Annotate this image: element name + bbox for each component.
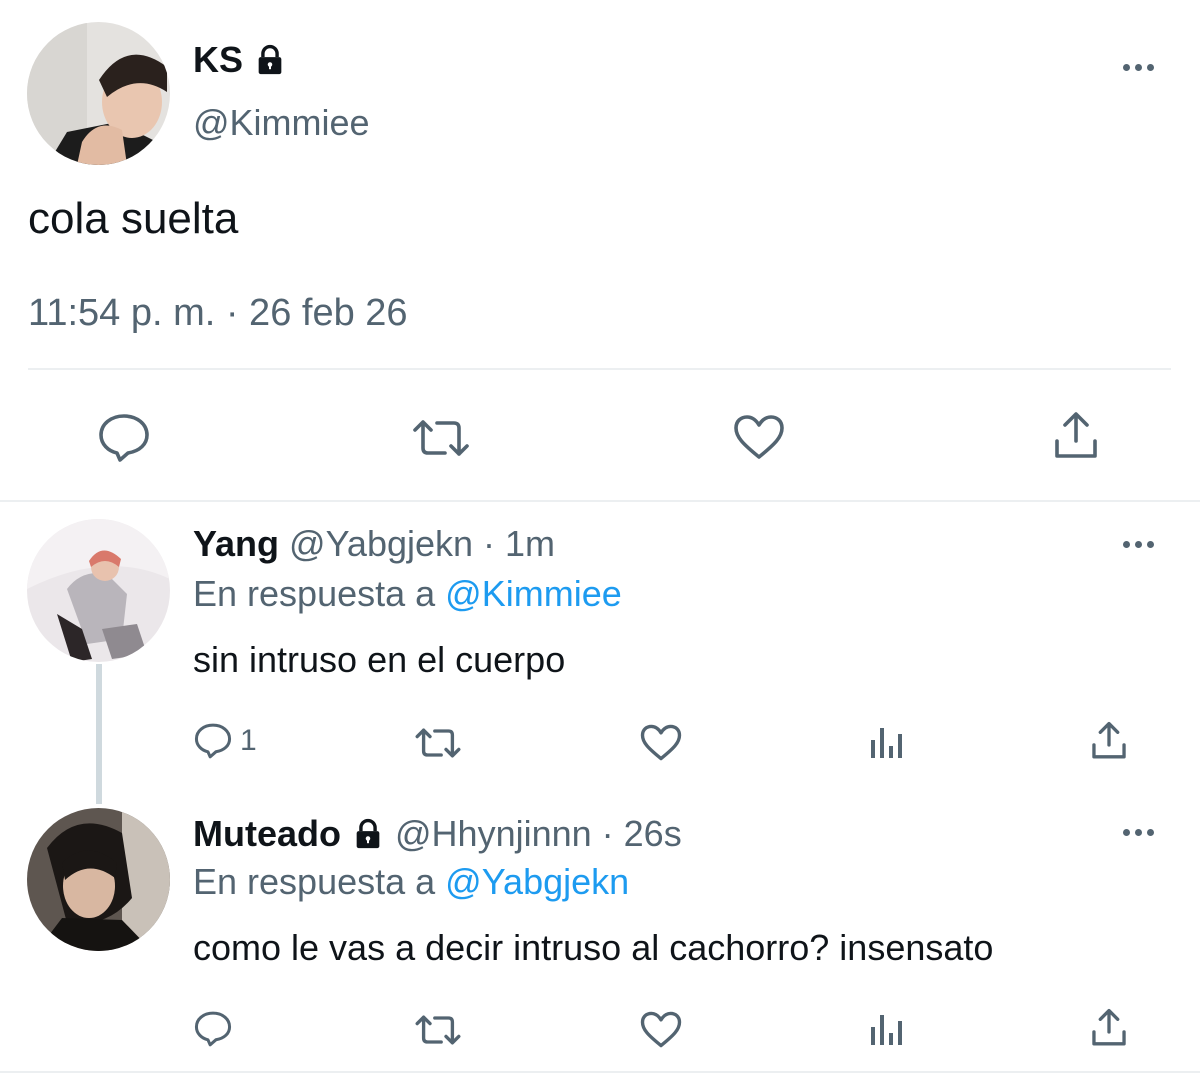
handle[interactable]: @Yabgjekn (289, 522, 473, 566)
views-button[interactable] (868, 1011, 906, 1047)
reply-bubble-icon (194, 1011, 232, 1047)
heart-icon (640, 724, 682, 761)
analytics-bars-icon (871, 1015, 902, 1045)
reply-button[interactable] (194, 1011, 232, 1047)
tweet-text: cola suelta (28, 194, 239, 243)
share-upload-icon (1055, 412, 1097, 458)
more-horizontal-icon (1123, 541, 1154, 548)
reply-bubble-icon (194, 723, 232, 759)
share-button[interactable] (1090, 1008, 1128, 1048)
section-divider (0, 500, 1200, 502)
more-horizontal-icon (1123, 64, 1154, 71)
lock-icon (253, 43, 287, 77)
more-options-button[interactable] (1123, 64, 1154, 71)
reply-context-label: En respuesta a (193, 861, 436, 902)
avatar[interactable] (27, 22, 170, 165)
reply-to-link[interactable]: @Yabgjekn (445, 861, 629, 902)
reply-count: 1 (240, 724, 257, 757)
display-name[interactable]: Yang (193, 522, 279, 566)
retweet-icon (415, 1015, 461, 1045)
avatar[interactable] (27, 808, 170, 951)
time-ago[interactable]: · 26s (602, 812, 682, 856)
retweet-button[interactable] (414, 1014, 462, 1046)
divider (28, 368, 1171, 370)
display-name[interactable]: Muteado (193, 812, 341, 856)
share-upload-icon (1092, 721, 1126, 759)
timestamp[interactable]: 11:54 p. m. · 26 feb 26 (28, 290, 408, 336)
retweet-icon (413, 420, 469, 456)
reply-bubble-icon (99, 414, 149, 462)
more-options-button[interactable] (1123, 541, 1154, 548)
reply-button[interactable] (98, 413, 150, 463)
heart-icon (640, 1011, 682, 1048)
time-ago[interactable]: · 1m (483, 522, 555, 566)
reply-to-link[interactable]: @Kimmiee (445, 573, 622, 614)
thread-line (96, 664, 102, 804)
bottom-divider (0, 1071, 1200, 1073)
heart-icon (734, 415, 784, 459)
tweet-text: sin intruso en el cuerpo (193, 639, 566, 680)
more-horizontal-icon (1123, 829, 1154, 836)
retweet-icon (415, 728, 461, 758)
like-button[interactable] (640, 724, 682, 761)
analytics-bars-icon (871, 728, 902, 758)
avatar[interactable] (27, 519, 170, 662)
lock-icon (351, 817, 385, 851)
more-options-button[interactable] (1123, 829, 1154, 836)
like-button[interactable] (733, 414, 785, 460)
retweet-button[interactable] (414, 727, 462, 759)
like-button[interactable] (640, 1011, 682, 1048)
retweet-button[interactable] (412, 418, 470, 458)
share-upload-icon (1092, 1008, 1126, 1046)
tweet-text: como le vas a decir intruso al cachorro?… (193, 927, 994, 968)
share-button[interactable] (1090, 721, 1128, 761)
reply-button[interactable]: 1 (194, 723, 257, 759)
views-button[interactable] (868, 724, 906, 760)
handle[interactable]: @Kimmiee (193, 101, 370, 145)
reply-context-label: En respuesta a (193, 573, 436, 614)
handle[interactable]: @Hhynjinnn (395, 812, 592, 856)
share-button[interactable] (1052, 411, 1100, 461)
display-name[interactable]: KS (193, 38, 243, 82)
